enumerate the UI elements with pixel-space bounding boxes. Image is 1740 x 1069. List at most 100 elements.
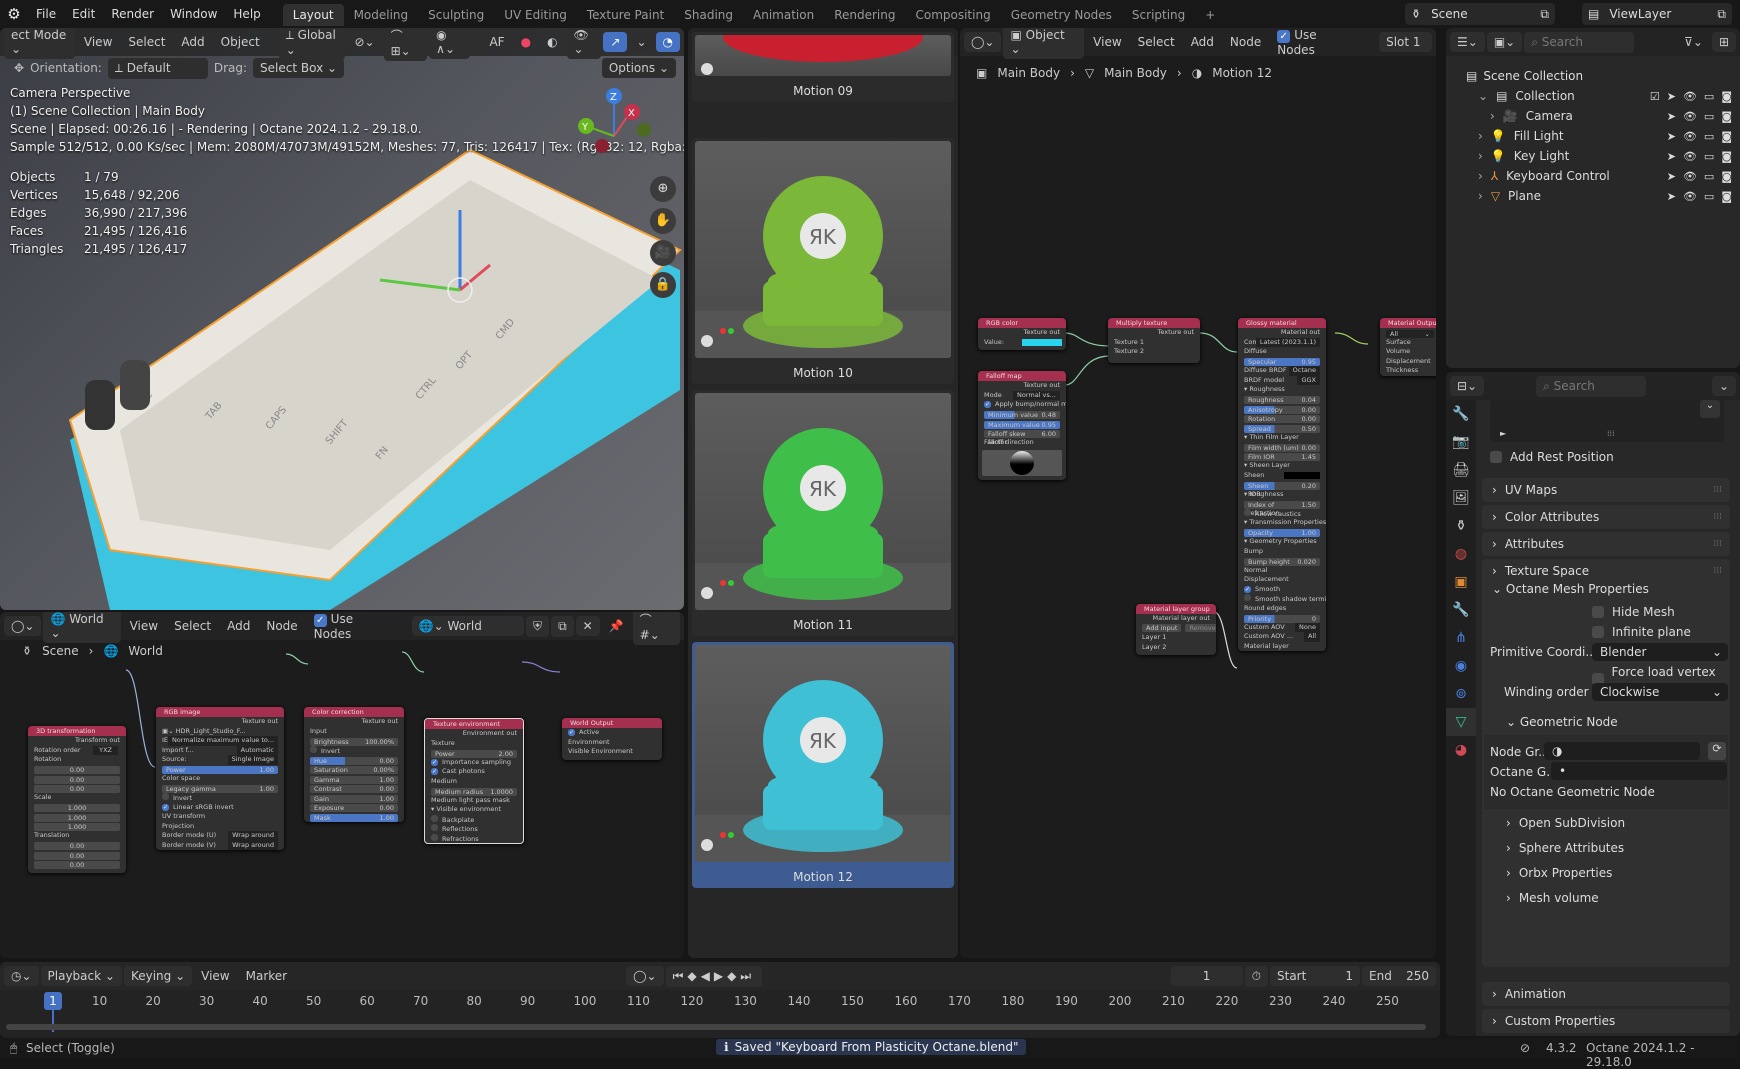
node-field-specular[interactable]: Specular 0.95	[1244, 358, 1320, 366]
node-row-displacement[interactable]: Displacement	[1238, 575, 1326, 585]
outliner-row-keyboard-control[interactable]: › ⅄ Keyboard Control ➤ 👁 ▭ ◙	[1446, 166, 1740, 186]
node-row-comp-[interactable]: Comp...Latest (2023.1.1)	[1238, 337, 1326, 347]
current-frame-field[interactable]: 1	[1170, 966, 1243, 986]
gizmo-dropdown[interactable]: ⌄	[629, 32, 654, 52]
render-icon[interactable]: ◐	[540, 32, 564, 52]
node-row-apply-bump-normal-map[interactable]: ✓Apply bump/normal map	[978, 400, 1066, 410]
rotation-order-row[interactable]: Rotation order YXZ	[28, 745, 126, 755]
eye-icon[interactable]: 👁	[1683, 150, 1697, 163]
menu-file[interactable]: File	[28, 7, 64, 21]
filter-icon[interactable]: ⊽⌄	[1677, 32, 1710, 52]
eye-icon[interactable]: 👁	[1683, 110, 1697, 123]
node-field-hue[interactable]: Hue 0.00	[310, 756, 398, 765]
world-node-editor[interactable]: ◯⌄ 🌐 World ⌄ View Select Add Node ✓ Use N…	[0, 612, 684, 958]
asset-thumbnail[interactable]: Motion 09	[692, 32, 954, 102]
save-notification[interactable]: ℹ Saved "Keyboard From Plasticity Octane.…	[716, 1039, 1027, 1055]
socket-texture-out[interactable]: Texture out	[1108, 328, 1200, 338]
node-field-bump-height[interactable]: Bump height 0.020	[1244, 557, 1320, 566]
select-arrow-icon[interactable]: ➤	[1667, 110, 1676, 123]
node-color-correction[interactable]: Color correction Texture out Input Bright…	[304, 707, 404, 822]
image-file-selector[interactable]: ▣⌄ HDR_Light_Studio_F...	[156, 727, 284, 737]
text-info-icon[interactable]: AF	[482, 32, 511, 52]
drag-handle-icon[interactable]: ⁞⁞⁞	[1713, 566, 1722, 576]
socket-volume[interactable]: Volume	[1380, 347, 1436, 357]
node-field-mask[interactable]: Mask 1.00	[310, 813, 398, 822]
node-row-importance-sampling[interactable]: ✓ Importance sampling	[425, 758, 523, 768]
select-arrow-icon[interactable]: ➤	[1667, 170, 1676, 183]
node-row-border-mode-v-[interactable]: Border mode (V) Wrap around	[156, 840, 284, 850]
select-arrow-icon[interactable]: ➤	[1667, 130, 1676, 143]
subpanel-mesh-volume[interactable]: › Mesh volume	[1506, 891, 1599, 905]
node-row-custom-aov[interactable]: Custom AOV None	[1238, 622, 1326, 632]
frame-ruler[interactable]: 10 20 30 40 50 60 70 80 90 100 110 120 130 140 150 160 1…	[0, 992, 1440, 1012]
menu-edit[interactable]: Edit	[64, 7, 103, 21]
stopwatch-icon[interactable]: ⏱	[1244, 965, 1268, 987]
outliner-row-plane[interactable]: › ▽ Plane ➤ 👁 ▭ ◙	[1446, 186, 1740, 206]
node-row-reflections[interactable]: Reflections	[425, 824, 523, 834]
node-field-rotation[interactable]: Rotation 0.00	[1244, 415, 1320, 423]
camera-render-icon[interactable]: ◙	[1721, 190, 1732, 203]
node-field-spread[interactable]: Spread 0.50	[1244, 424, 1320, 433]
socket-texture-out[interactable]: Texture out	[156, 717, 284, 727]
socket-texture-out[interactable]: Texture out	[978, 328, 1066, 338]
active-checkbox[interactable]: ✓ Active	[562, 728, 662, 738]
node-multiply-texture[interactable]: Multiply texture Texture out Texture 1 T…	[1108, 318, 1200, 363]
node-row-normal[interactable]: Normal	[1238, 566, 1326, 576]
workspace-tab-sculpting[interactable]: Sculpting	[418, 4, 494, 26]
node-field-legacy-gamma[interactable]: Legacy gamma 1.00	[162, 785, 278, 793]
asset-thumbnail[interactable]: ЯK Motion 12	[692, 642, 954, 888]
camera-render-icon[interactable]: ◙	[1721, 170, 1732, 183]
timeline-menu-view[interactable]: View	[194, 966, 236, 986]
workspace-tab-rendering[interactable]: Rendering	[824, 4, 905, 26]
timeline-menu-marker[interactable]: Marker	[239, 966, 294, 986]
zoom-icon[interactable]: ⊕	[650, 176, 676, 202]
monitor-icon[interactable]: ▭	[1704, 90, 1714, 103]
scale-z[interactable]: 1.000	[34, 823, 120, 831]
node-3d-transformation[interactable]: 3D transformation Transform out Rotation…	[28, 726, 126, 873]
node-glossy-material[interactable]: Glossy material Material out Comp...Late…	[1238, 318, 1326, 651]
node-row--roughness[interactable]: ▾ Roughness	[1238, 385, 1326, 395]
list-options-dropdown[interactable]: ⌄	[1700, 400, 1720, 418]
overlay-toggle[interactable]: ◔	[655, 32, 680, 52]
editor-type-dropdown[interactable]: ◷⌄	[4, 966, 39, 986]
node-row-ies-scali-[interactable]: IES scali...Normalize maximum value to..…	[156, 736, 284, 746]
node-row--sheen-layer[interactable]: ▾ Sheen Layer	[1238, 461, 1326, 471]
node-field-sheen-roughness[interactable]: Sheen Roughness 0.20	[1244, 481, 1320, 498]
socket-texture-out[interactable]: Texture out	[978, 381, 1066, 391]
outliner-row-fill-light[interactable]: › 💡 Fill Light ➤ 👁 ▭ ◙	[1446, 126, 1740, 146]
menu-render[interactable]: Render	[103, 7, 162, 21]
end-frame-field[interactable]: End 250	[1362, 966, 1436, 986]
panel-color-attributes[interactable]: › Color Attributes ⁞⁞⁞	[1482, 505, 1730, 529]
node-material-layer-group[interactable]: Material layer group Material layer out …	[1136, 604, 1216, 655]
octane-geometric-selector[interactable]: •	[1551, 762, 1727, 780]
node-row-material-layer[interactable]: Material layer	[1238, 642, 1326, 652]
options-dropdown[interactable]: Options ⌄	[601, 58, 676, 78]
viewport-menu-select[interactable]: Select	[121, 32, 172, 52]
node-row-uv-transform[interactable]: UV transform	[156, 812, 284, 822]
node-row-medium[interactable]: Medium	[425, 777, 523, 787]
node-rgb-color[interactable]: RGB color Texture out Value:	[978, 318, 1066, 350]
node-row--ior[interactable]: ▾ IOR	[1238, 490, 1326, 500]
node-row-sheen[interactable]: Sheen	[1238, 471, 1326, 481]
output-tab-icon[interactable]: 🖨	[1446, 456, 1476, 484]
scale-y[interactable]: 1.000	[34, 813, 120, 822]
modifier-tab-icon[interactable]: 🔧	[1446, 596, 1476, 624]
node-row-bump[interactable]: Bump	[1238, 547, 1326, 557]
node-rgb-image[interactable]: RGB image Texture out ▣⌄ HDR_Light_Studi…	[156, 707, 284, 850]
node-field-power[interactable]: Power 1.00	[162, 766, 278, 774]
socket-visible-environment[interactable]: Visible Environment	[562, 747, 662, 757]
winding-order-dropdown[interactable]: Clockwise ⌄	[1592, 683, 1728, 701]
remove-input-button[interactable]: Remove input	[1185, 623, 1216, 632]
eye-icon[interactable]: 👁	[1683, 130, 1697, 143]
outliner-row-scene-collection[interactable]: ▤ Scene Collection	[1446, 66, 1740, 86]
particles-tab-icon[interactable]: ⋔	[1446, 624, 1476, 652]
workspace-tab-animation[interactable]: Animation	[743, 4, 824, 26]
properties-search-input[interactable]: ⌕ Search	[1536, 375, 1647, 397]
node-row-brdf-model[interactable]: BRDF model GGX	[1238, 375, 1326, 385]
outliner-row-collection[interactable]: ⌄ ▤ Collection ☑ ➤ 👁 ▭ ◙	[1446, 86, 1740, 106]
socket-thickness[interactable]: Thickness	[1380, 366, 1436, 376]
monitor-icon[interactable]: ▭	[1704, 190, 1714, 203]
playback-controls[interactable]: ⏮◆◀▶◆⏭	[665, 965, 763, 987]
play-icon[interactable]: ►	[1500, 429, 1506, 438]
exclude-checkbox[interactable]: ☑	[1650, 90, 1660, 103]
